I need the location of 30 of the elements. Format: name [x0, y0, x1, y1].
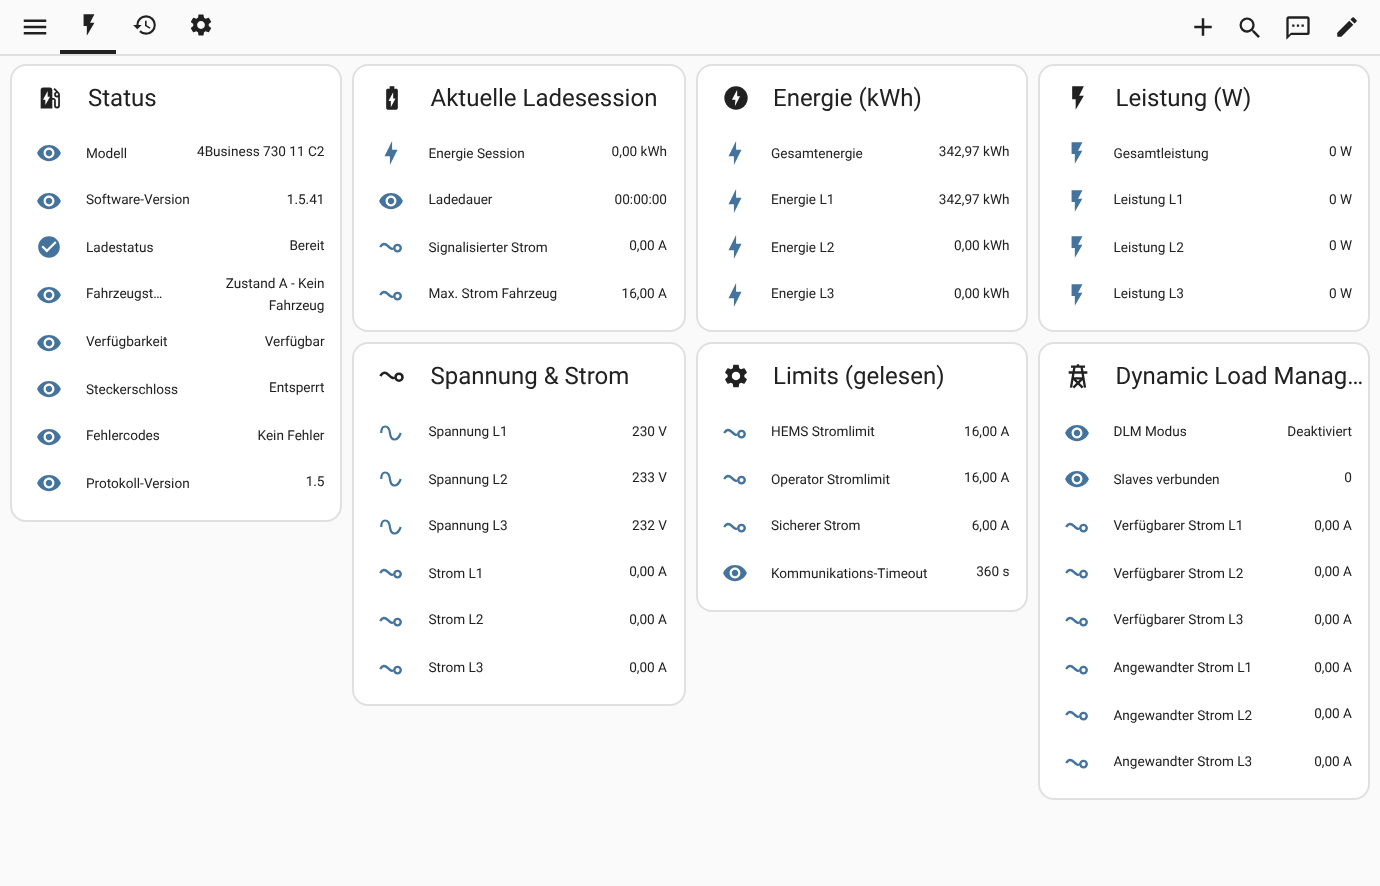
card-title: Leistung (W) — [1115, 82, 1252, 116]
transmission-tower-icon — [1063, 362, 1092, 391]
card-title: Aktuelle Ladesession — [430, 82, 658, 116]
card-title: Spannung & Strom — [430, 360, 630, 395]
sine-wave-icon — [378, 419, 405, 446]
eye-icon — [36, 140, 62, 167]
eye-icon — [36, 376, 62, 403]
eye-icon — [721, 560, 747, 587]
lightning-circle-icon — [721, 84, 749, 112]
eye-icon — [36, 423, 62, 450]
chat-icon — [1284, 13, 1312, 41]
eye-icon — [378, 187, 405, 214]
charging-station-icon — [36, 84, 64, 112]
history-icon — [131, 12, 157, 38]
sine-wave-icon — [378, 466, 405, 493]
eye-icon — [36, 329, 62, 356]
eye-icon — [1063, 419, 1090, 446]
search-icon — [1236, 13, 1264, 41]
sine-wave-icon — [378, 513, 405, 540]
card-title: Energie (kWh) — [773, 82, 922, 116]
eye-icon — [36, 187, 62, 214]
card-title: Limits (gelesen) — [773, 360, 945, 395]
eye-icon — [36, 282, 62, 309]
card-title: Dynamic Load Manag… — [1115, 360, 1364, 395]
pencil-icon — [1333, 14, 1359, 40]
settings-icon — [187, 12, 213, 38]
eye-icon — [1063, 466, 1090, 493]
eye-icon — [36, 470, 62, 497]
card-title: Status — [88, 82, 157, 116]
gear-icon — [721, 362, 749, 391]
